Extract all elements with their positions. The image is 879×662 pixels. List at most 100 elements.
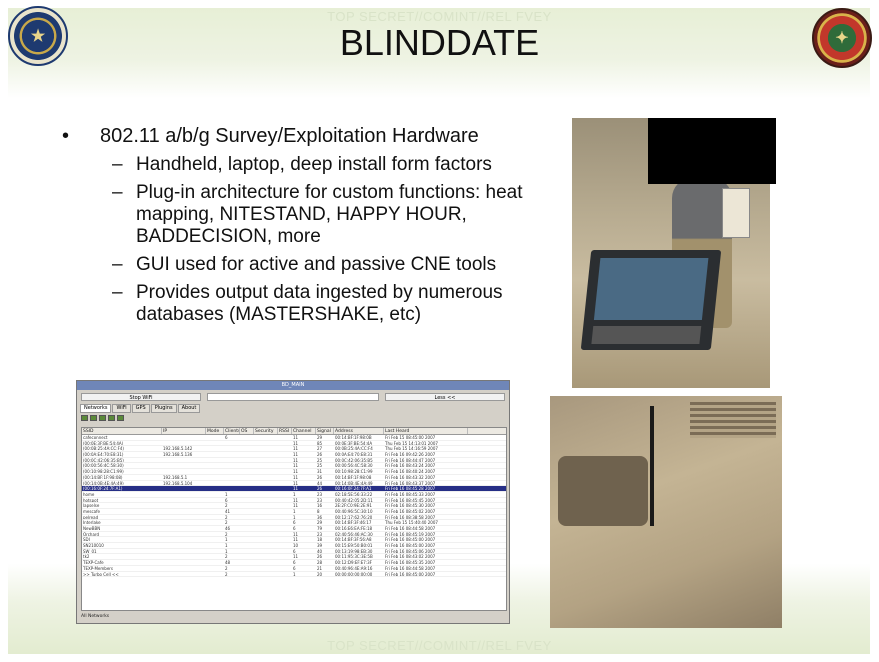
column-header[interactable]: IP [162,428,206,434]
tab-gps[interactable]: GPS [131,404,150,413]
table-cell [206,572,224,577]
table-cell [206,503,224,508]
export-icon[interactable] [99,415,106,421]
table-cell: 00:40:42:05:2D:11 [335,497,373,503]
table-cell: 00:12:17:62:76:20 [335,514,373,520]
column-header[interactable]: Security [254,428,278,434]
table-cell [254,532,278,537]
table-cell: 11 [293,497,299,503]
table-cell [206,509,224,514]
table-cell: 11 [293,480,299,486]
table-cell: 00:00:56:4C:58:30 [335,463,373,469]
column-header[interactable]: Clients [224,428,240,434]
table-cell [162,543,206,548]
table-cell [278,554,292,559]
map-icon[interactable] [117,415,124,421]
table-cell [240,492,254,497]
tab-wifi[interactable]: WiFi [112,404,131,413]
gui-tabs: Networks WiFi GPS Plugins About [77,404,509,413]
sub-bullet: – Handheld, laptop, deep install form fac… [112,154,492,175]
table-cell: 31 [317,469,323,474]
table-cell [254,498,278,503]
table-cell [278,463,292,468]
table-cell: 1 [293,571,296,577]
table-cell [206,520,224,525]
table-cell: 41 [225,508,231,514]
table-cell [254,446,278,451]
table-cell: 39 [317,543,323,548]
refresh-icon[interactable] [81,415,88,421]
table-cell [240,526,254,531]
table-cell [254,566,278,571]
table-cell: 00:14:BF:3F:46:17 [335,520,372,525]
table-cell: Fri Feb 16 08:45:00 2007 [385,537,436,543]
table-cell [278,503,292,508]
column-header[interactable]: Signal [316,428,334,434]
table-cell: 48 [225,560,231,565]
table-row[interactable]: >> Turbo Cell << 2 1 20 00:00:00:00:00:00 Fri… [82,572,506,578]
table-cell [206,549,224,554]
table-cell: SN210010 [83,543,104,548]
table-cell: 1 [293,508,296,514]
table-cell: 11 [293,435,299,440]
table-cell: Fri Feb 16 08:43:32 2007 [385,474,436,480]
table-cell [254,503,278,508]
column-header[interactable]: Last Heard [384,428,468,434]
table-cell: Orchard [83,531,100,537]
table-cell [278,481,292,486]
less-button[interactable]: Less << [385,393,505,401]
table-cell [278,549,292,554]
table-cell: 29 [317,520,323,525]
table-cell: (00:14:0B:4E:4A:49) [83,480,124,486]
table-cell: 6 [293,560,296,565]
table-cell [206,475,224,480]
table-cell: 1 [225,548,228,554]
table-cell [254,435,278,440]
table-cell: Fri Feb 16 08:44:47 2007 [385,457,436,463]
table-cell [278,526,292,531]
table-cell [278,509,292,514]
table-cell: 44 [317,480,323,486]
tab-plugins[interactable]: Plugins [150,404,177,413]
table-cell: TEXP-Members [83,565,114,571]
table-cell: 00:10:98:28:C1:99 [335,469,373,474]
table-cell: 00:14:BF:1F:98:0B [335,435,372,440]
table-cell: 00:40:96:5C:30:10 [335,508,373,514]
column-header[interactable]: RSSI [278,428,292,434]
table-cell: Fri Feb 16 08:43:37 2007 [385,480,436,486]
antenna-image [650,406,654,526]
table-cell: 11 [293,531,299,537]
table-cell: 25 [317,463,323,469]
table-cell [206,515,224,520]
table-cell [162,560,206,565]
table-cell [278,446,292,451]
column-header[interactable]: Channel [292,428,316,434]
slide-title: BLINDDATE [339,22,540,63]
table-cell [254,554,278,559]
table-cell [254,452,278,457]
tab-about[interactable]: About [177,404,201,413]
table-cell [206,452,224,457]
filter-icon[interactable] [90,415,97,421]
table-cell [162,441,206,446]
table-cell [254,543,278,548]
stop-wifi-button[interactable]: Stop WiFi [81,393,201,401]
column-header[interactable]: SSID [82,428,162,434]
table-cell [254,441,278,446]
table-cell: 00:40:96:4E:A9:16 [335,565,373,571]
table-cell: 11 [293,469,299,474]
tab-networks[interactable]: Networks [80,404,112,413]
table-cell: 8 [317,508,320,514]
table-cell: 85 [317,440,323,446]
table-cell: Fri Feb 16 08:45:00 2007 [385,571,436,577]
table-cell [278,532,292,537]
table-cell: (00:16:0F:24:7F:A1) [83,486,123,491]
bullet-main: • 802.11 a/b/g Survey/Exploitation Hardwa… [62,125,479,147]
table-cell [254,515,278,520]
column-header[interactable]: Mode [206,428,224,434]
table-cell: 6 [225,435,228,440]
settings-icon[interactable] [108,415,115,421]
table-cell: 2 [225,520,228,525]
column-header[interactable]: OS [240,428,254,434]
column-header[interactable]: Address [334,428,384,434]
